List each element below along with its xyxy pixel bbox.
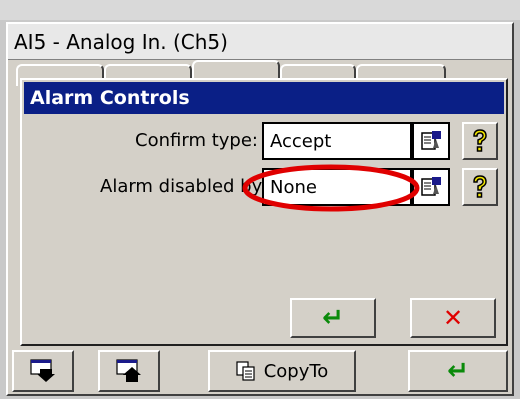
window-up-arrow-icon xyxy=(116,359,141,382)
help-icon xyxy=(473,175,487,198)
confirm-type-label: Confirm type: xyxy=(135,130,258,151)
copyto-label: CopyTo xyxy=(263,360,329,382)
cancel-x-icon: ✕ xyxy=(442,304,464,332)
help-icon xyxy=(473,129,487,152)
move-up-button[interactable] xyxy=(98,350,160,392)
edit-properties-icon xyxy=(421,131,441,150)
edit-properties-icon xyxy=(421,177,441,196)
enter-button[interactable]: ↵ xyxy=(408,350,508,392)
confirm-type-value: Accept xyxy=(270,130,332,152)
dialog-titlebar: Alarm Controls xyxy=(24,82,504,114)
dialog-ok-button[interactable]: ↵ xyxy=(290,298,376,338)
enter-arrow-icon: ↵ xyxy=(447,356,469,386)
confirm-type-edit-button[interactable] xyxy=(412,122,450,160)
copyto-button[interactable]: CopyTo xyxy=(208,350,356,392)
enter-arrow-icon: ↵ xyxy=(322,303,344,333)
highlight-ellipse xyxy=(242,164,420,212)
dialog-cancel-button[interactable]: ✕ xyxy=(410,298,496,338)
bottom-toolbar: CopyTo ↵ xyxy=(8,350,512,394)
top-strip xyxy=(0,0,520,20)
confirm-type-field[interactable]: Accept xyxy=(262,122,412,160)
copy-icon xyxy=(236,361,255,381)
window-titlebar: AI5 - Analog In. (Ch5) xyxy=(8,24,512,60)
window-down-arrow-icon xyxy=(30,359,55,382)
confirm-type-help-button[interactable] xyxy=(462,122,498,160)
move-down-button[interactable] xyxy=(12,350,74,392)
alarm-controls-dialog: Alarm Controls Confirm type: Accept Alar… xyxy=(20,78,508,346)
alarm-disabled-by-help-button[interactable] xyxy=(462,168,498,206)
dialog-title: Alarm Controls xyxy=(30,87,190,109)
window-title: AI5 - Analog In. (Ch5) xyxy=(14,29,228,54)
